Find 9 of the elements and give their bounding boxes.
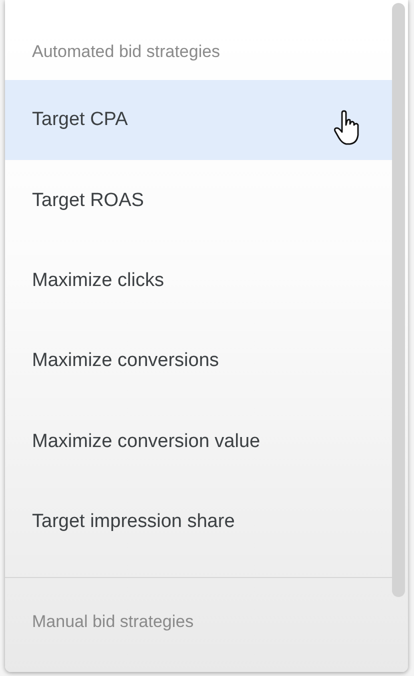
- menu-item[interactable]: Maximize conversions: [5, 321, 393, 402]
- group-header: Manual bid strategies: [32, 612, 194, 632]
- menu-item[interactable]: Maximize clicks: [5, 240, 393, 322]
- menu-item[interactable]: Target impression share: [5, 482, 393, 562]
- group-header: Automated bid strategies: [32, 42, 220, 62]
- menu-item[interactable]: Target CPA: [5, 80, 393, 160]
- menu-item[interactable]: Maximize conversion value: [5, 402, 393, 482]
- scrollbar-thumb[interactable]: [392, 3, 405, 597]
- menu-item[interactable]: Target ROAS: [5, 160, 393, 241]
